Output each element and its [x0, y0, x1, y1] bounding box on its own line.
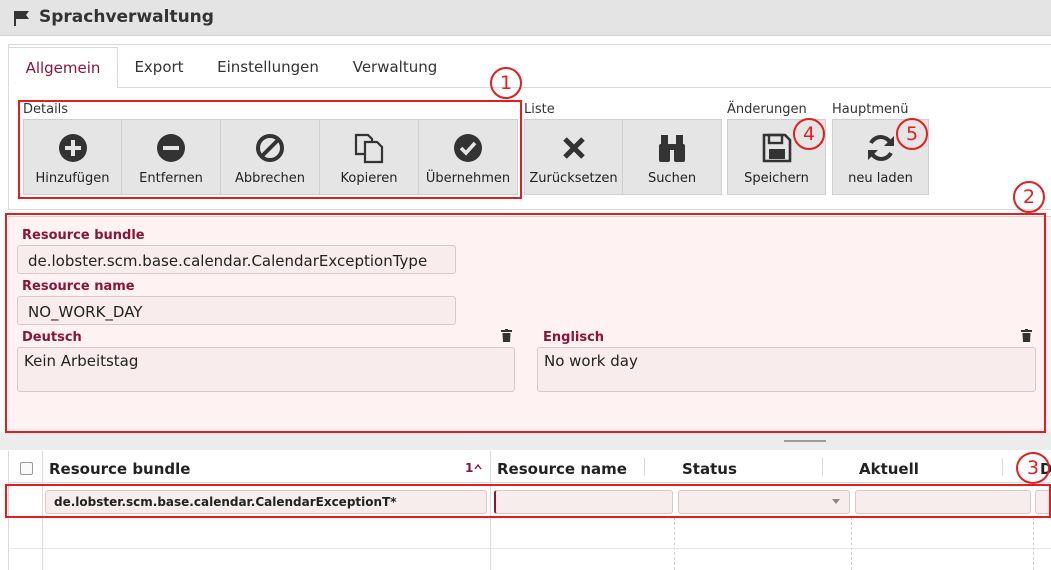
callout-2: 2	[1013, 181, 1045, 213]
grid-column-divider	[644, 458, 645, 476]
callout-1: 1	[490, 67, 522, 99]
grid-column-guide	[851, 517, 852, 570]
zuruecksetzen-button[interactable]: Zurücksetzen	[524, 119, 623, 195]
annotation-box-row	[5, 484, 1051, 518]
grid-column-guide	[674, 517, 675, 570]
tab-allgemein[interactable]: Allgemein	[8, 47, 118, 88]
tab-verwaltung[interactable]: Verwaltung	[342, 47, 448, 88]
speichern-label: Speichern	[744, 171, 809, 186]
group-label-liste: Liste	[524, 102, 555, 117]
suchen-button[interactable]: Suchen	[622, 119, 722, 195]
annotation-box-form	[5, 213, 1046, 433]
suchen-label: Suchen	[647, 171, 697, 186]
x-icon	[562, 137, 585, 159]
select-all-checkbox[interactable]	[20, 462, 33, 475]
splitter-grip[interactable]	[784, 440, 826, 442]
group-label-hauptmenue: Hauptmenü	[832, 102, 909, 117]
neu-laden-label: neu laden	[848, 171, 913, 186]
panel-splitter[interactable]	[0, 432, 1051, 450]
group-label-aenderungen: Änderungen	[727, 102, 807, 117]
sort-index: 1	[465, 461, 474, 475]
tab-export[interactable]: Export	[124, 47, 194, 88]
grid-header-divider	[8, 482, 1051, 483]
callout-5: 5	[896, 118, 928, 150]
column-header-resource-bundle[interactable]: Resource bundle	[49, 460, 190, 478]
zuruecksetzen-label: Zurücksetzen	[529, 171, 618, 186]
column-header-resource-name[interactable]: Resource name	[497, 460, 627, 478]
column-header-status[interactable]: Status	[682, 460, 737, 478]
annotation-box-details	[18, 100, 522, 199]
tab-einstellungen[interactable]: Einstellungen	[208, 47, 328, 88]
window-title: Sprachverwaltung	[39, 7, 214, 27]
grid-column-divider	[1002, 458, 1003, 476]
grid-column-divider	[822, 458, 823, 476]
flag-icon	[14, 11, 29, 26]
grid-row-divider	[8, 548, 1051, 549]
sort-ascending-icon[interactable]	[474, 463, 482, 471]
callout-4: 4	[793, 118, 825, 150]
refresh-icon	[867, 135, 894, 161]
title-bar: Sprachverwaltung	[0, 0, 1051, 36]
column-header-aktuell[interactable]: Aktuell	[859, 460, 919, 478]
binoculars-icon	[659, 135, 685, 162]
callout-3: 3	[1016, 452, 1050, 484]
grid-column-guide	[1033, 517, 1034, 570]
save-icon	[762, 133, 791, 163]
